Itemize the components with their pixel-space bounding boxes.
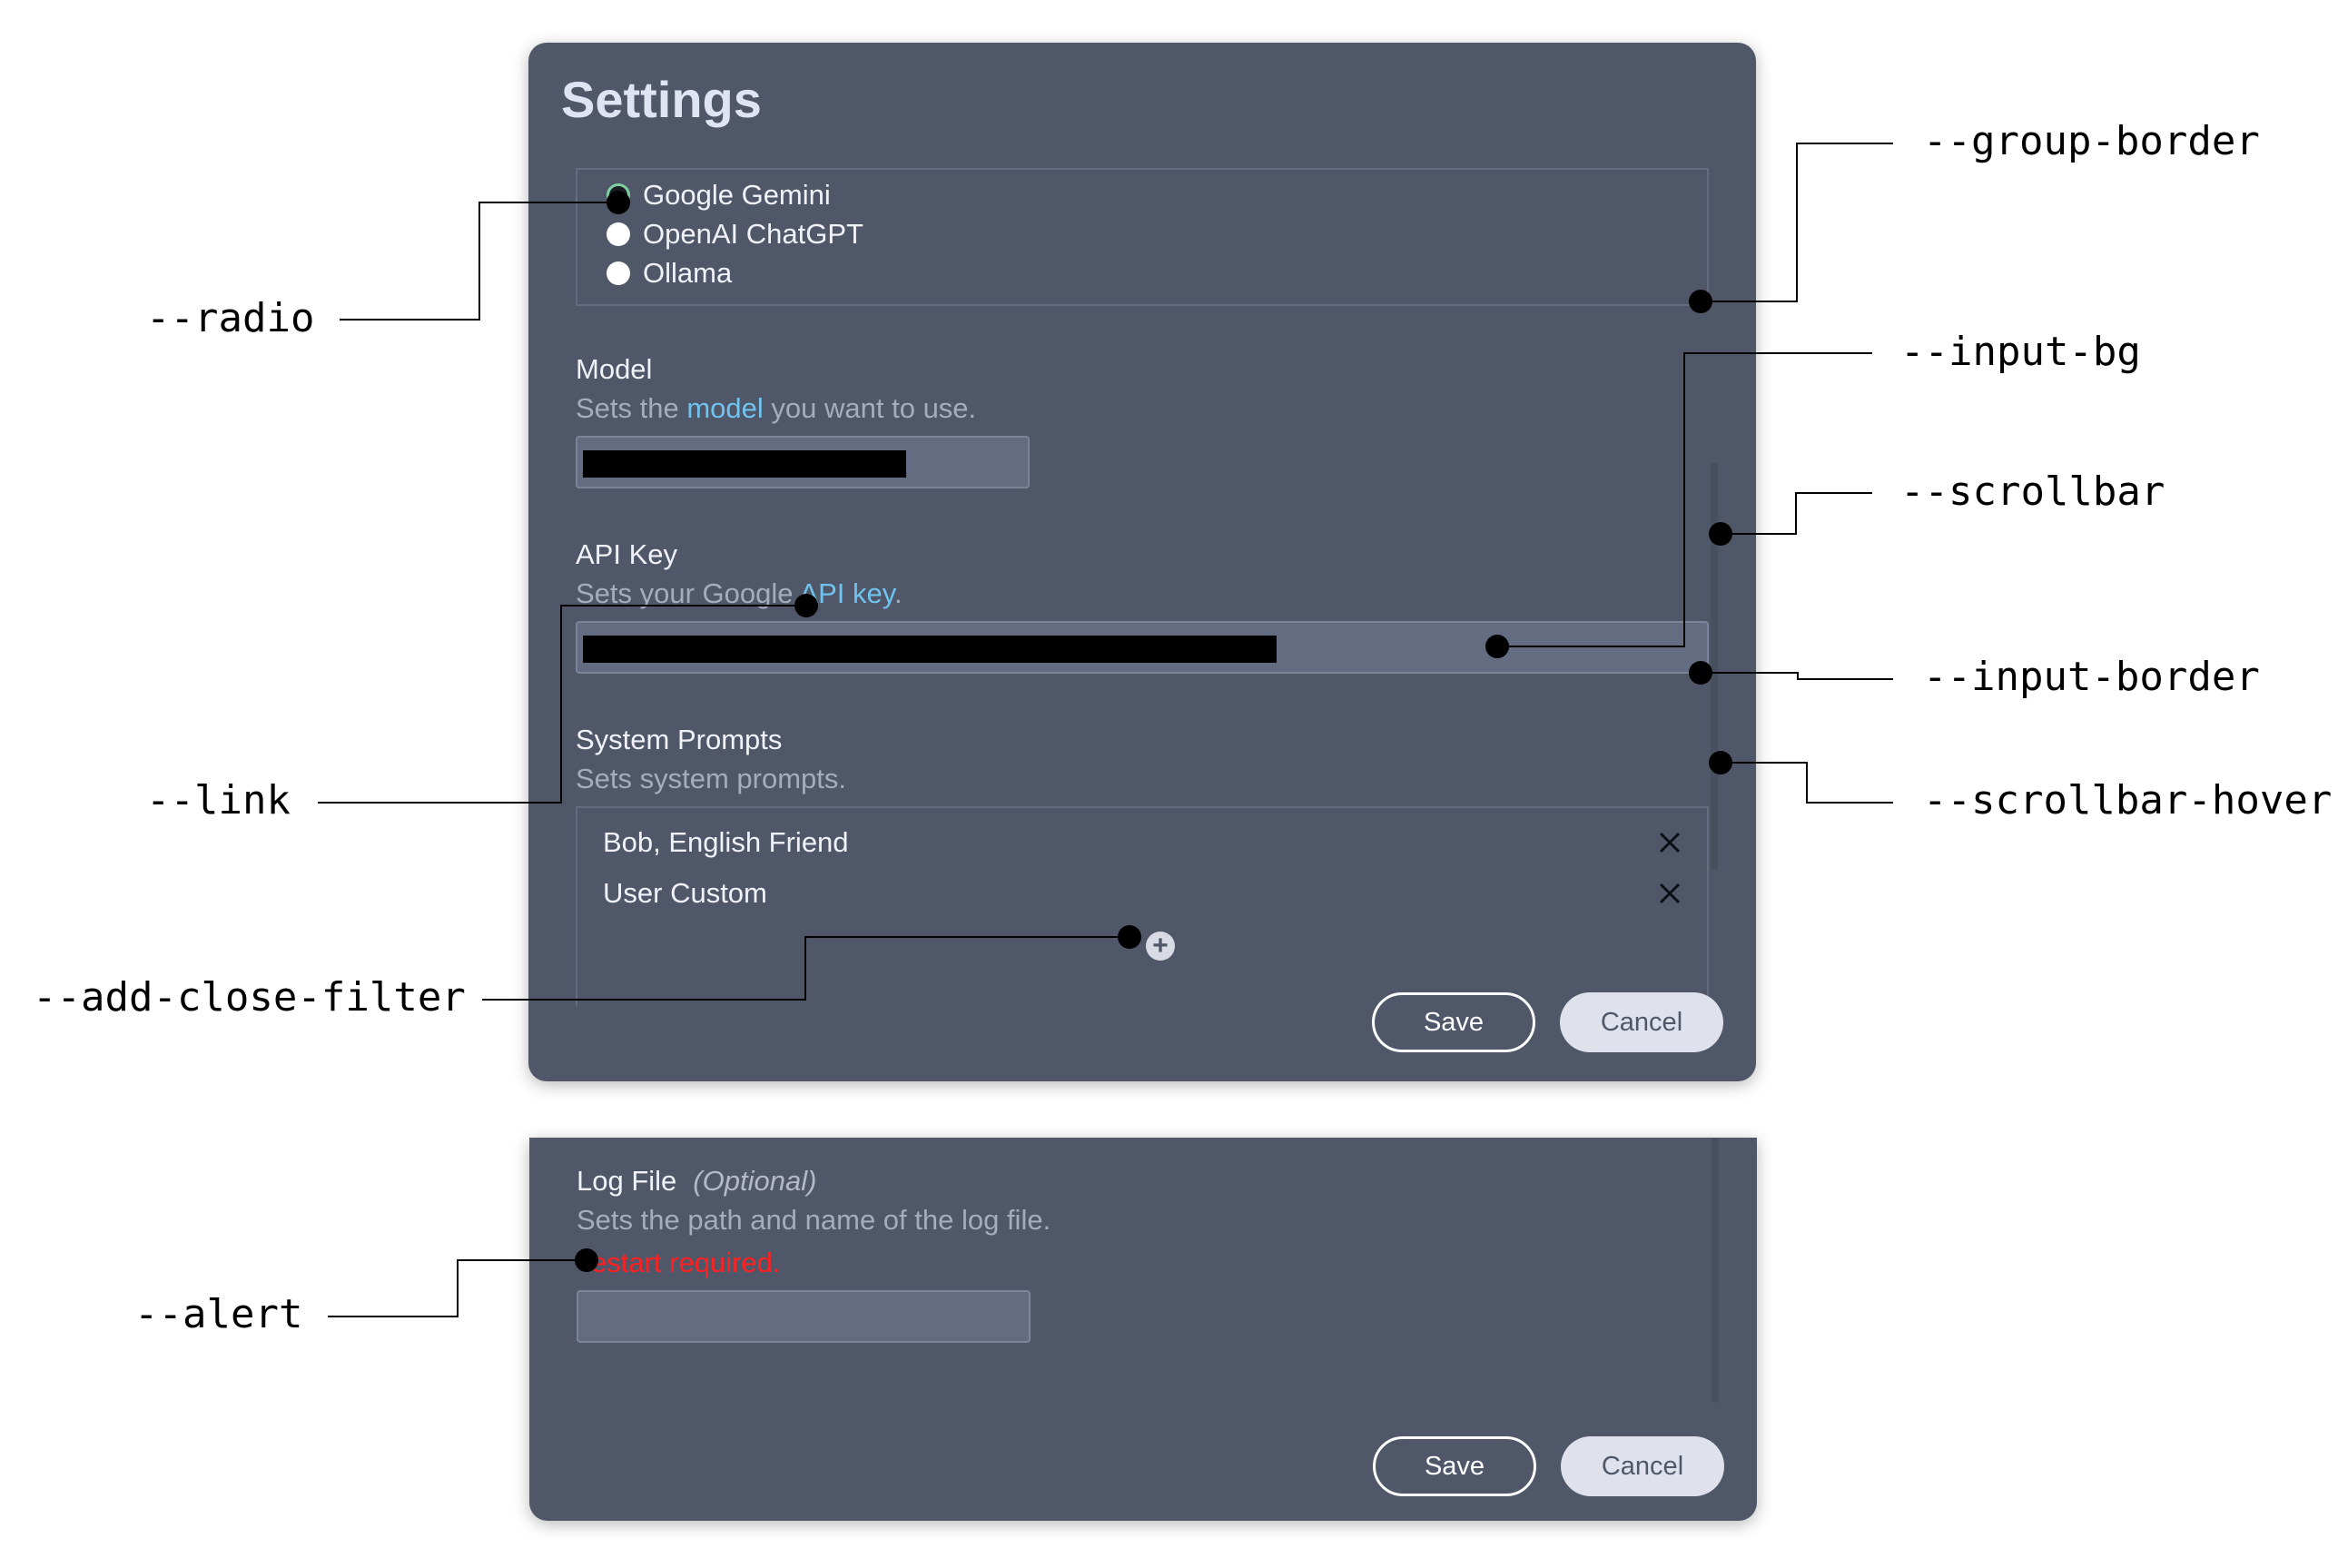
annotation-add-close-filter: --add-close-filter [33,974,466,1021]
annotation-alert: --alert [134,1291,303,1337]
annotation-input-bg: --input-bg [1900,329,2141,375]
annotation-radio: --radio [146,295,315,341]
annotation-scrollbar: --scrollbar [1900,468,2165,515]
annotation-scrollbar-hover: --scrollbar-hover [1923,777,2333,823]
annotation-link: --link [146,777,291,823]
annotation-input-border: --input-border [1923,654,2260,700]
annotation-group-border: --group-border [1923,118,2260,164]
